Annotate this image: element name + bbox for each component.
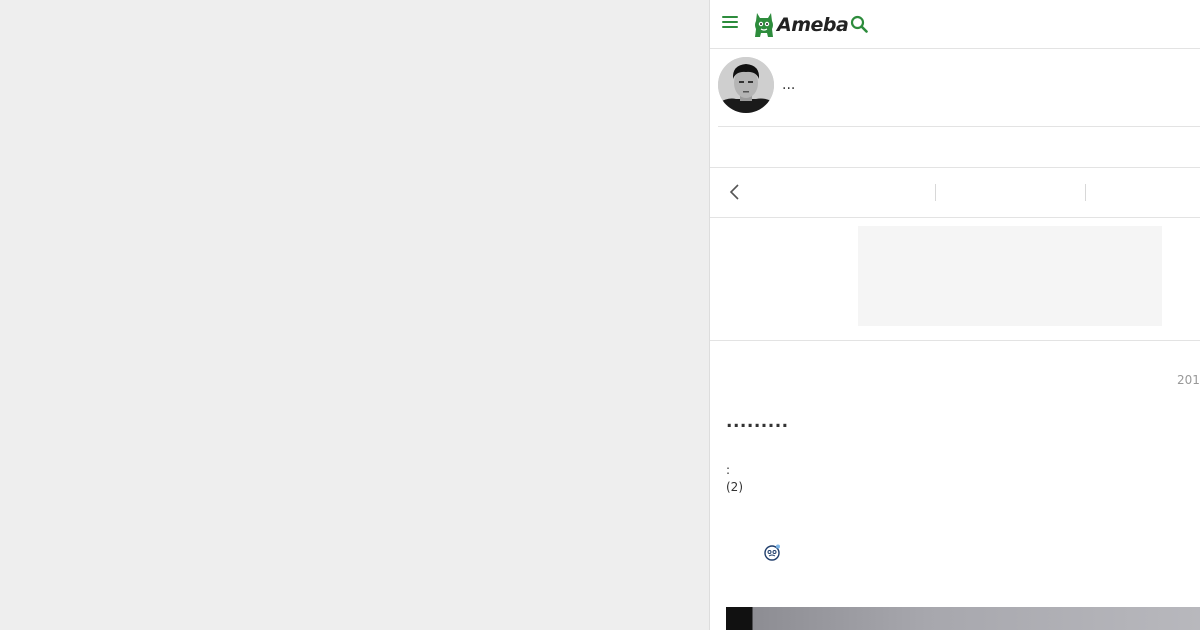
logo-text: Ameba xyxy=(777,14,849,36)
entry-date: 201 xyxy=(1177,373,1200,387)
avatar[interactable] xyxy=(718,57,774,113)
nav-divider xyxy=(1085,184,1086,201)
entry-photo[interactable] xyxy=(726,607,1200,630)
blog-title[interactable]: ... xyxy=(782,77,795,93)
blog-profile: ... xyxy=(718,49,1200,127)
entry-navigation xyxy=(710,168,1200,218)
emoji-icon xyxy=(764,544,780,561)
ad-placeholder[interactable] xyxy=(858,226,1162,326)
chevron-left-icon[interactable] xyxy=(728,183,742,201)
mobile-page: Ameba ... 201 .........: (2) xyxy=(709,0,1200,630)
search-icon[interactable] xyxy=(850,15,868,33)
blog-subheader xyxy=(710,127,1200,168)
nav-divider xyxy=(935,184,936,201)
ameba-mascot-icon xyxy=(755,13,773,37)
avatar-portrait xyxy=(718,57,774,113)
hamburger-menu-icon[interactable] xyxy=(722,16,738,32)
site-header: Ameba xyxy=(710,0,1200,49)
ameba-logo[interactable]: Ameba xyxy=(752,10,849,40)
entry-meta-line: (2) xyxy=(726,480,743,494)
ad-section xyxy=(710,218,1200,341)
entry-meta-line: : xyxy=(726,463,731,477)
entry-title: ......... xyxy=(726,412,789,432)
